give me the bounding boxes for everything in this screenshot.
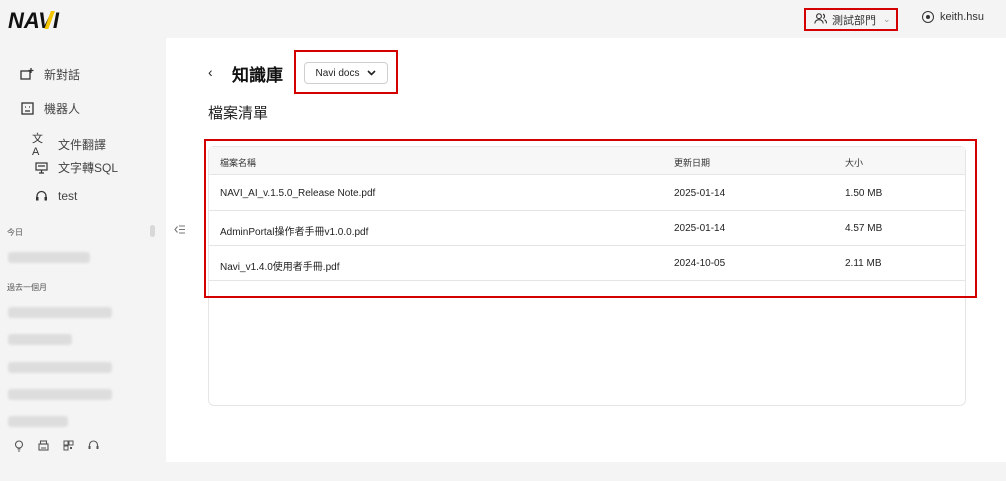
kb-select-value: Navi docs (315, 67, 360, 79)
chevron-down-icon (367, 68, 377, 78)
history-item[interactable] (8, 416, 68, 427)
history-item[interactable] (8, 252, 90, 263)
monitor-icon (32, 161, 50, 174)
department-label: 測試部門 (832, 14, 876, 27)
knowledge-base-select[interactable]: Navi docs (304, 62, 388, 84)
username: keith.hsu (940, 11, 985, 23)
printer-icon[interactable] (38, 440, 49, 455)
lightbulb-icon[interactable] (14, 440, 24, 455)
sidebar-item-label: 新對話 (44, 68, 81, 82)
navi-logo[interactable]: NAVI (8, 8, 78, 32)
app-window: NAVI 新對話 機器人 文A 文件翻譯 文字轉SQL test 今日 過去一個… (0, 0, 1006, 481)
sidebar-subitem-label: 文字轉SQL (58, 161, 119, 175)
sidebar-bottom-toolbar (14, 440, 99, 455)
history-item[interactable] (8, 389, 112, 400)
section-past-month-label: 過去一個月 (7, 283, 47, 292)
sidebar-subitem-test[interactable]: test (32, 189, 77, 203)
page-title: 知識庫 (232, 66, 283, 85)
collapse-sidebar-icon[interactable] (174, 224, 186, 238)
section-today-label: 今日 (7, 228, 23, 237)
sidebar-subitem-text2sql[interactable]: 文字轉SQL (32, 159, 118, 176)
history-item[interactable] (8, 334, 72, 345)
headset-icon (32, 190, 50, 203)
new-chat-icon (18, 68, 36, 81)
robot-icon (18, 102, 36, 115)
file-list-heading: 檔案清單 (208, 105, 269, 122)
sidebar-subitem-label: 文件翻譯 (58, 137, 107, 152)
user-avatar-icon (922, 11, 934, 23)
sidebar-subitem-translate[interactable]: 文A 文件翻譯 (32, 130, 106, 158)
user-menu[interactable]: keith.hsu (922, 11, 984, 23)
sidebar: NAVI 新對話 機器人 文A 文件翻譯 文字轉SQL test 今日 過去一個… (0, 0, 166, 462)
sidebar-item-robots[interactable]: 機器人 (18, 100, 80, 117)
department-selector[interactable]: 測試部門 ⌄ (804, 8, 898, 31)
sidebar-item-new-chat[interactable]: 新對話 (18, 66, 80, 83)
headset-icon[interactable] (88, 440, 99, 455)
qr-icon[interactable] (63, 440, 74, 455)
back-icon[interactable]: ‹ (208, 64, 213, 80)
footer-band (0, 462, 1006, 481)
sidebar-scroll-handle[interactable] (150, 225, 155, 237)
table-highlight-box (204, 139, 977, 298)
translate-icon: 文A (32, 133, 43, 158)
history-item[interactable] (8, 307, 112, 318)
sidebar-subitem-label: test (58, 189, 78, 203)
users-icon (814, 12, 828, 27)
chevron-down-icon: ⌄ (883, 14, 891, 24)
sidebar-item-label: 機器人 (44, 102, 81, 116)
top-bar: 測試部門 ⌄ keith.hsu (166, 0, 1006, 38)
history-item[interactable] (8, 362, 112, 373)
kb-select-highlight: Navi docs (294, 50, 398, 94)
